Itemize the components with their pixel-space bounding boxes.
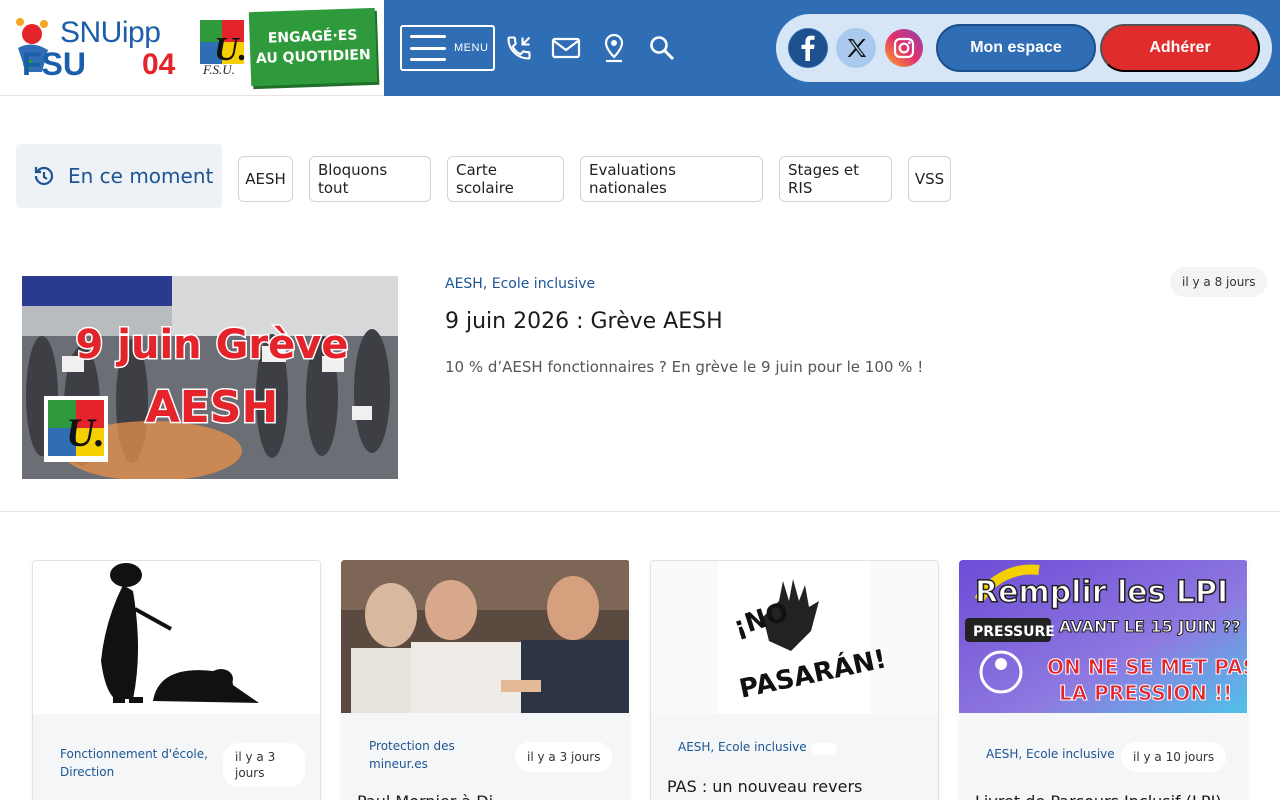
card-date: il y a 3 jours [515, 742, 613, 772]
snuipp-title: SNUipp [60, 16, 161, 49]
card-image-text-1: Remplir les LPI [975, 575, 1228, 610]
card-image-text-3: PRESSURE [973, 624, 1055, 640]
en-ce-moment-label: En ce moment [16, 144, 222, 208]
snuipp-department: 04 [142, 48, 176, 81]
search-icon[interactable] [646, 32, 678, 64]
history-icon [34, 166, 54, 186]
card-image-text-2: AVANT LE 15 JUIN ?? 😊 [1059, 617, 1247, 636]
card-date [811, 743, 837, 755]
tag-vss[interactable]: VSS [908, 156, 951, 202]
article-card[interactable]: Protection des mineur.es il y a 3 jours … [341, 560, 630, 800]
tag-aesh[interactable]: AESH [238, 156, 293, 202]
tag-evaluations-nationales[interactable]: Evaluations nationales [580, 156, 763, 202]
card-image [341, 560, 630, 713]
card-date: il y a 3 jours [223, 743, 305, 787]
menu-label: MENU [454, 42, 489, 54]
moment-title: En ce moment [68, 164, 214, 188]
snuipp-logo[interactable]: SNUipp FSU 04 [8, 12, 188, 84]
card-image: Remplir les LPI PRESSURE AVANT LE 15 JUI… [959, 560, 1248, 713]
x-icon[interactable] [836, 28, 876, 68]
card-title[interactable]: PAS : un nouveau revers [667, 777, 862, 796]
engage-line2: AU QUOTIDIEN [255, 46, 371, 67]
facebook-icon[interactable] [788, 28, 828, 68]
card-categories[interactable]: AESH, Ecole inclusive [986, 745, 1115, 763]
card-categories[interactable]: AESH, Ecole inclusive [678, 738, 807, 756]
fsu-logo-text: F.S.U. [203, 62, 235, 77]
featured-image[interactable]: U. 9 juin Grève AESH [22, 276, 398, 479]
card-categories[interactable]: Protection des mineur.es [369, 737, 479, 773]
phone-icon[interactable] [503, 32, 535, 64]
engage-badge: ENGAGÉ·ES AU QUOTIDIEN [248, 7, 378, 87]
featured-date: il y a 8 jours [1170, 267, 1268, 297]
card-image: ¡NO PASARÁN! [651, 561, 938, 714]
mon-espace-button[interactable]: Mon espace [936, 24, 1096, 72]
featured-title[interactable]: 9 juin 2026 : Grève AESH [445, 309, 723, 334]
section-divider [0, 511, 1280, 512]
tag-stages-et-ris[interactable]: Stages et RIS [779, 156, 892, 202]
article-card[interactable]: Fonctionnement d'école, Direction il y a… [32, 560, 321, 800]
card-categories[interactable]: Fonctionnement d'école, Direction [60, 745, 210, 781]
svg-text:U.: U. [66, 410, 105, 455]
hamburger-icon [410, 35, 446, 61]
featured-excerpt: 10 % d’AESH fonctionnaires ? En grève le… [445, 358, 924, 376]
mail-icon[interactable] [550, 32, 582, 64]
card-title[interactable]: Paul Mornier à Di... [357, 792, 508, 800]
logo-area: SNUipp FSU 04 U. F.S.U. ENGAGÉ·ES AU QUO… [0, 0, 384, 96]
article-card[interactable]: ¡NO PASARÁN! AESH, Ecole inclusive PAS :… [650, 560, 939, 800]
card-title[interactable]: Livret de Parcours Inclusif (LPI) [975, 792, 1222, 800]
tag-carte-scolaire[interactable]: Carte scolaire [447, 156, 564, 202]
article-card[interactable]: Remplir les LPI PRESSURE AVANT LE 15 JUI… [959, 560, 1248, 800]
card-image-text-4: ON NE SE MET PAS [1047, 655, 1247, 679]
card-image-text-5: LA PRESSION !! [1059, 681, 1232, 705]
featured-image-text-1: 9 juin Grève [76, 322, 349, 368]
featured-image-text-2: AESH [146, 382, 279, 433]
card-date: il y a 10 jours [1121, 742, 1227, 772]
location-icon[interactable] [598, 32, 630, 64]
snuipp-subtitle: FSU [22, 46, 86, 82]
card-image [33, 561, 320, 714]
site-header: SNUipp FSU 04 U. F.S.U. ENGAGÉ·ES AU QUO… [0, 0, 1280, 96]
tag-bloquons-tout[interactable]: Bloquons tout [309, 156, 431, 202]
menu-button[interactable]: MENU [400, 25, 495, 71]
instagram-icon[interactable] [884, 28, 924, 68]
adherer-button[interactable]: Adhérer [1100, 24, 1260, 72]
featured-categories[interactable]: AESH, Ecole inclusive [445, 276, 595, 292]
